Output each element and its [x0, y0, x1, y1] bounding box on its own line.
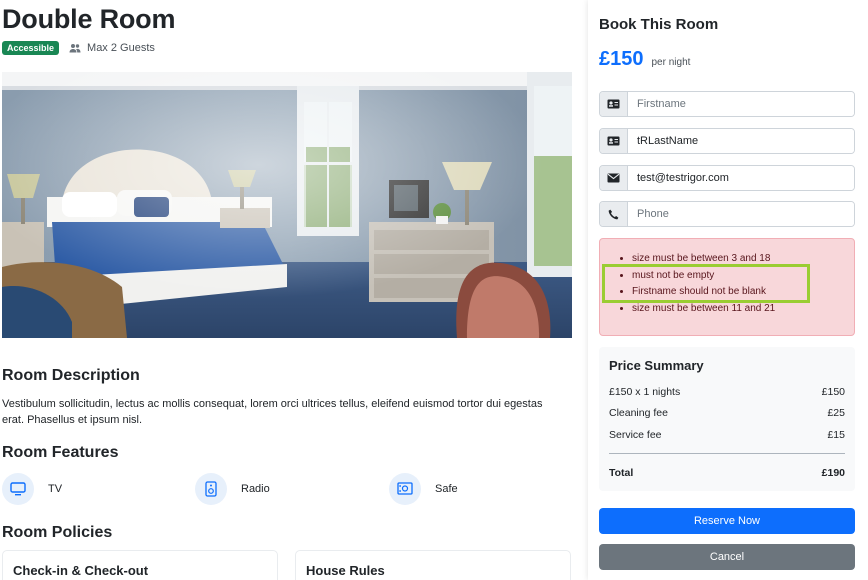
price-unit: per night: [651, 57, 691, 68]
room-meta: Accessible Max 2 Guests: [2, 41, 155, 55]
room-features-heading: Room Features: [2, 444, 119, 461]
policy-card-checkin: Check-in & Check-out: [2, 550, 278, 580]
room-photo: [2, 72, 572, 338]
summary-row-label: Cleaning fee: [609, 407, 668, 419]
reserve-now-button[interactable]: Reserve Now: [599, 508, 855, 534]
summary-row-value: £25: [827, 407, 845, 419]
guests-label: Max 2 Guests: [87, 42, 155, 54]
cancel-button[interactable]: Cancel: [599, 544, 855, 570]
lastname-field: [599, 128, 855, 154]
room-title: Double Room: [2, 4, 176, 34]
radio-icon: [195, 473, 227, 505]
summary-row: Cleaning fee £25: [609, 407, 845, 419]
users-icon: [69, 44, 81, 53]
feature-label: TV: [48, 483, 63, 495]
summary-row: £150 x 1 nights £150: [609, 386, 845, 398]
summary-row-value: £15: [827, 429, 845, 441]
id-card-icon: [600, 129, 628, 153]
summary-total-row: Total £190: [609, 467, 845, 479]
tv-icon: [2, 473, 34, 505]
summary-row-label: £150 x 1 nights: [609, 386, 681, 398]
summary-total-label: Total: [609, 467, 634, 479]
lastname-input[interactable]: [628, 129, 854, 153]
room-description-heading: Room Description: [2, 367, 140, 384]
firstname-field: [599, 91, 855, 117]
phone-icon: [600, 202, 628, 226]
email-input[interactable]: [628, 166, 854, 190]
booking-title: Book This Room: [599, 16, 719, 33]
summary-row-label: Service fee: [609, 429, 662, 441]
guests-info: Max 2 Guests: [69, 42, 155, 54]
price-summary-title: Price Summary: [609, 358, 704, 373]
envelope-icon: [600, 166, 628, 190]
id-card-icon: [600, 92, 628, 116]
room-price: £150 per night: [599, 48, 690, 71]
firstname-input[interactable]: [628, 92, 854, 116]
safe-icon: [389, 473, 421, 505]
policy-card-house-rules: House Rules: [295, 550, 571, 580]
price-amount: £150: [599, 48, 644, 70]
room-policies-heading: Room Policies: [2, 524, 113, 541]
feature-safe: Safe: [389, 473, 458, 505]
policy-title: Check-in & Check-out: [13, 563, 149, 578]
summary-row-value: £150: [821, 386, 845, 398]
policy-title: House Rules: [306, 563, 385, 578]
accessible-badge: Accessible: [2, 41, 60, 55]
booking-panel: Book This Room £150 per night size must …: [588, 0, 868, 580]
error-highlight-box: [602, 264, 810, 303]
summary-row: Service fee £15: [609, 429, 845, 441]
feature-radio: Radio: [195, 473, 270, 505]
summary-divider: [609, 453, 845, 454]
feature-label: Radio: [241, 483, 270, 495]
email-field: [599, 165, 855, 191]
price-summary: Price Summary £150 x 1 nights £150 Clean…: [599, 347, 855, 491]
room-details: Double Room Accessible Max 2 Guests Room…: [0, 0, 580, 580]
feature-tv: TV: [2, 473, 62, 505]
summary-total-value: £190: [821, 467, 845, 479]
phone-input[interactable]: [628, 202, 854, 226]
feature-label: Safe: [435, 483, 458, 495]
room-description: Vestibulum sollicitudin, lectus ac molli…: [2, 398, 543, 426]
phone-field: [599, 201, 855, 227]
